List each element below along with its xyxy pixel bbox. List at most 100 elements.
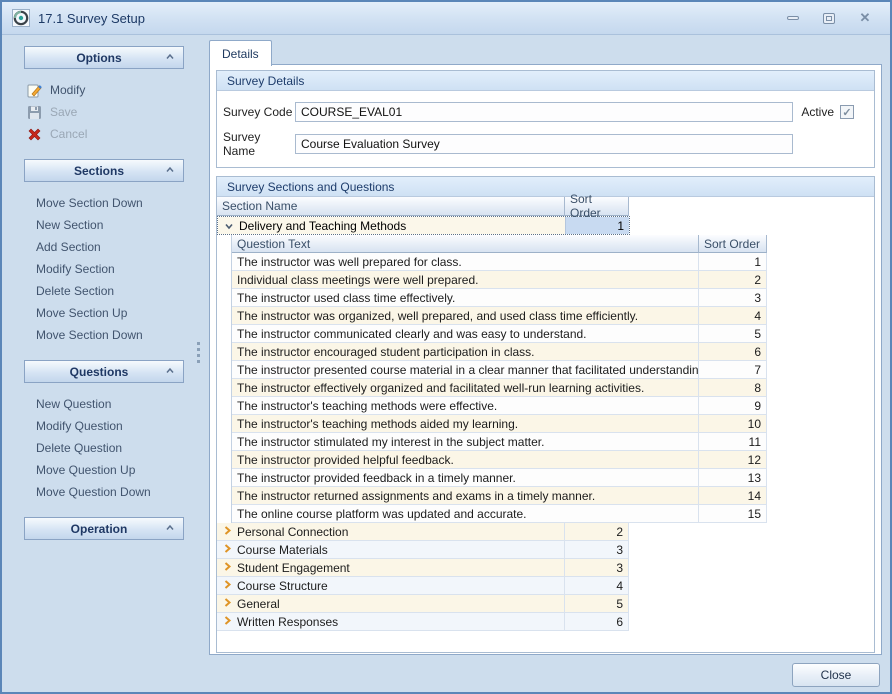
sidebar-item-label: New Section <box>36 218 103 232</box>
sidebar-item-delete-section[interactable]: Delete Section <box>10 280 204 302</box>
question-sort-cell: 11 <box>699 433 767 451</box>
sidebar-item-new-question[interactable]: New Question <box>10 393 204 415</box>
sidebar-item-move-question-up[interactable]: Move Question Up <box>10 459 204 481</box>
sidebar-item-move-question-down[interactable]: Move Question Down <box>10 481 204 503</box>
splitter-grip[interactable] <box>197 342 200 363</box>
close-button[interactable]: Close <box>792 663 880 687</box>
questions-grid: Question Text Sort Order The instructor … <box>231 235 767 523</box>
section-name: Course Materials <box>237 543 328 557</box>
sidebar-item-move-section-up[interactable]: Move Section Up <box>10 302 204 324</box>
survey-name-input[interactable]: Course Evaluation Survey <box>295 134 793 154</box>
sidebar-item-label: Move Section Down <box>36 196 143 210</box>
question-text-cell: The instructor presented course material… <box>232 361 699 379</box>
minimize-icon <box>787 16 799 20</box>
chevron-down-icon[interactable] <box>223 220 235 232</box>
sidebar: Options ModifySaveCancel Sections Move Sect… <box>10 46 204 652</box>
panel-title-sections: Sections <box>33 164 165 178</box>
collapse-icon[interactable] <box>165 49 175 67</box>
question-row[interactable]: The instructor's teaching methods were e… <box>232 397 767 415</box>
panel-header-options[interactable]: Options <box>24 46 184 69</box>
question-text-cell: The instructor communicated clearly and … <box>232 325 699 343</box>
question-row[interactable]: Individual class meetings were well prep… <box>232 271 767 289</box>
question-row[interactable]: The instructor presented course material… <box>232 361 767 379</box>
section-name-cell: Written Responses <box>217 613 565 631</box>
sidebar-item-modify-question[interactable]: Modify Question <box>10 415 204 437</box>
sidebar-item-save[interactable]: Save <box>10 101 204 123</box>
panel-title-questions: Questions <box>33 365 165 379</box>
section-sort-cell: 4 <box>565 577 629 595</box>
collapse-icon[interactable] <box>165 363 175 381</box>
panel-header-sections[interactable]: Sections <box>24 159 184 182</box>
tab-details[interactable]: Details <box>209 40 272 66</box>
section-row-written-responses[interactable]: Written Responses 6 <box>217 613 874 631</box>
question-row[interactable]: The instructor's teaching methods aided … <box>232 415 767 433</box>
sidebar-item-add-section[interactable]: Add Section <box>10 236 204 258</box>
section-name: Course Structure <box>237 579 328 593</box>
collapse-icon[interactable] <box>165 162 175 180</box>
question-text-cell: The instructor stimulated my interest in… <box>232 433 699 451</box>
sidebar-item-modify-section[interactable]: Modify Section <box>10 258 204 280</box>
section-row-expanded[interactable]: Delivery and Teaching Methods 1 <box>217 216 630 235</box>
chevron-right-icon[interactable] <box>219 543 237 557</box>
section-name: Written Responses <box>237 615 338 629</box>
window-title: 17.1 Survey Setup <box>38 11 145 26</box>
chevron-right-icon[interactable] <box>219 597 237 611</box>
question-row[interactable]: The instructor returned assignments and … <box>232 487 767 505</box>
chevron-right-icon[interactable] <box>219 615 237 629</box>
section-sort-cell: 6 <box>565 613 629 631</box>
close-window-button[interactable]: ✕ <box>854 11 876 26</box>
question-row[interactable]: The instructor used class time effective… <box>232 289 767 307</box>
sidebar-item-new-section[interactable]: New Section <box>10 214 204 236</box>
sidebar-item-move-section-down[interactable]: Move Section Down <box>10 324 204 346</box>
panel-items-sections: Move Section DownNew SectionAdd SectionM… <box>10 182 204 360</box>
section-name: General <box>237 597 280 611</box>
question-row[interactable]: The instructor was organized, well prepa… <box>232 307 767 325</box>
question-text-cell: The online course platform was updated a… <box>232 505 699 523</box>
column-header-question-sort[interactable]: Sort Order <box>699 235 767 253</box>
chevron-right-icon[interactable] <box>219 561 237 575</box>
collapse-icon[interactable] <box>165 520 175 538</box>
section-row-course-materials[interactable]: Course Materials3 <box>217 541 874 559</box>
chevron-right-icon[interactable] <box>219 525 237 539</box>
question-row[interactable]: The instructor effectively organized and… <box>232 379 767 397</box>
question-row[interactable]: The instructor encouraged student partic… <box>232 343 767 361</box>
question-row[interactable]: The instructor stimulated my interest in… <box>232 433 767 451</box>
chevron-right-icon[interactable] <box>219 579 237 593</box>
question-text-cell: The instructor was well prepared for cla… <box>232 253 699 271</box>
column-header-sort-order[interactable]: Sort Order <box>565 197 629 216</box>
sidebar-item-modify[interactable]: Modify <box>10 79 204 101</box>
section-name-cell: Student Engagement <box>217 559 565 577</box>
sections-questions-group: Survey Sections and Questions Section Na… <box>216 176 875 653</box>
section-row-personal-connection[interactable]: Personal Connection2 <box>217 523 874 541</box>
panel-items-options: ModifySaveCancel <box>10 69 204 159</box>
question-sort-cell: 12 <box>699 451 767 469</box>
sections-grid: Section Name Sort Order Delivery and Tea… <box>217 197 874 631</box>
question-row[interactable]: The online course platform was updated a… <box>232 505 767 523</box>
panel-header-questions[interactable]: Questions <box>24 360 184 383</box>
section-name-cell: General <box>217 595 565 613</box>
active-checkbox[interactable]: ✓ <box>840 105 854 119</box>
sidebar-item-delete-question[interactable]: Delete Question <box>10 437 204 459</box>
column-header-question-text[interactable]: Question Text <box>232 235 699 253</box>
question-sort-cell: 10 <box>699 415 767 433</box>
question-text-cell: The instructor effectively organized and… <box>232 379 699 397</box>
sidebar-item-move-section-down[interactable]: Move Section Down <box>10 192 204 214</box>
panel-header-operation[interactable]: Operation <box>24 517 184 540</box>
minimize-button[interactable] <box>782 11 804 26</box>
sidebar-item-cancel[interactable]: Cancel <box>10 123 204 145</box>
question-row[interactable]: The instructor communicated clearly and … <box>232 325 767 343</box>
section-row-student-engagement[interactable]: Student Engagement3 <box>217 559 874 577</box>
pencil-icon <box>26 82 42 98</box>
question-row[interactable]: The instructor provided helpful feedback… <box>232 451 767 469</box>
question-row[interactable]: The instructor provided feedback in a ti… <box>232 469 767 487</box>
panel-title-options: Options <box>33 51 165 65</box>
main-area: Details Survey Details Survey Code COURS… <box>209 40 882 655</box>
question-text-cell: The instructor used class time effective… <box>232 289 699 307</box>
question-row[interactable]: The instructor was well prepared for cla… <box>232 253 767 271</box>
survey-details-group: Survey Details Survey Code COURSE_EVAL01… <box>216 70 875 168</box>
maximize-button[interactable] <box>818 11 840 26</box>
section-row-course-structure[interactable]: Course Structure 4 <box>217 577 874 595</box>
section-row-general[interactable]: General5 <box>217 595 874 613</box>
column-header-section-name[interactable]: Section Name <box>217 197 565 216</box>
survey-code-input[interactable]: COURSE_EVAL01 <box>295 102 793 122</box>
